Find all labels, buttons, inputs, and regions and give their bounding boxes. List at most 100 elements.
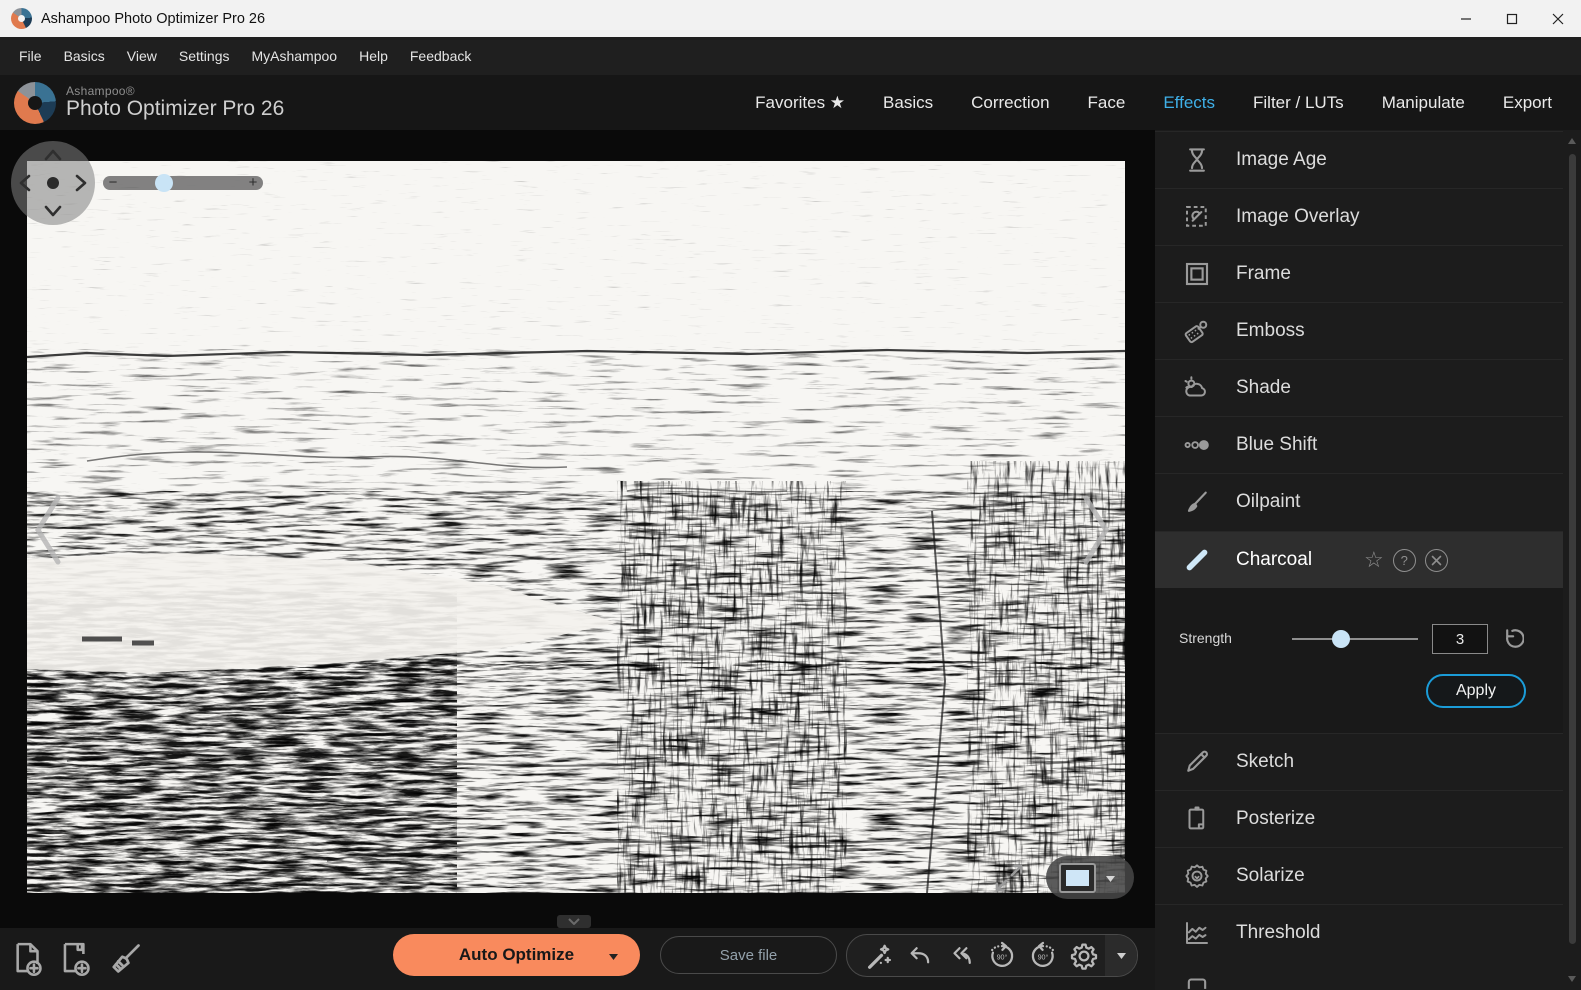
previous-image-button[interactable] bbox=[30, 492, 64, 568]
tool-group: 90° 90° bbox=[846, 934, 1138, 977]
maximize-icon bbox=[1506, 13, 1518, 25]
undo-button[interactable] bbox=[900, 936, 939, 976]
scroll-up-arrow-icon[interactable] bbox=[1568, 138, 1576, 144]
menu-file[interactable]: File bbox=[8, 37, 53, 75]
strength-value-input[interactable]: 3 bbox=[1432, 624, 1488, 654]
rotate-left-button[interactable]: 90° bbox=[982, 936, 1021, 976]
sidebar-item-shade[interactable]: Shade bbox=[1155, 359, 1563, 416]
effects-list-top: Image Age Image Overlay Frame Em bbox=[1155, 131, 1563, 530]
maximize-button[interactable] bbox=[1489, 0, 1535, 37]
scroll-down-arrow-icon[interactable] bbox=[1568, 976, 1576, 982]
brand-logo-icon bbox=[14, 82, 56, 124]
save-file-button[interactable]: Save file bbox=[660, 936, 837, 974]
tab-correction[interactable]: Correction bbox=[952, 75, 1068, 130]
tab-filter-luts[interactable]: Filter / LUTs bbox=[1234, 75, 1363, 130]
apply-button[interactable]: Apply bbox=[1426, 674, 1526, 708]
sidebar-item-solarize[interactable]: Solarize bbox=[1155, 847, 1563, 904]
zoom-slider[interactable]: − + bbox=[103, 176, 263, 190]
auto-optimize-button[interactable]: Auto Optimize bbox=[393, 934, 640, 976]
compare-dropdown-caret-icon[interactable] bbox=[1106, 869, 1115, 887]
compare-view-button[interactable] bbox=[1046, 856, 1134, 899]
effects-sidebar: Image Age Image Overlay Frame Em bbox=[1155, 130, 1581, 990]
partial-effect-row[interactable] bbox=[1155, 961, 1563, 990]
zoom-out-icon[interactable]: − bbox=[105, 176, 121, 190]
rotate-right-button[interactable]: 90° bbox=[1023, 936, 1062, 976]
charcoal-icon bbox=[1179, 542, 1215, 578]
tab-face[interactable]: Face bbox=[1069, 75, 1145, 130]
rotate-right-icon: 90° bbox=[1027, 940, 1059, 972]
pan-center-dot[interactable] bbox=[47, 177, 59, 189]
sidebar-item-emboss[interactable]: Emboss bbox=[1155, 302, 1563, 359]
reset-strength-button[interactable] bbox=[1498, 626, 1524, 652]
selected-effect-label: Charcoal bbox=[1236, 549, 1312, 571]
settings-button[interactable] bbox=[1064, 936, 1103, 976]
pan-up-icon bbox=[46, 151, 60, 159]
menu-myashampoo[interactable]: MyAshampoo bbox=[240, 37, 348, 75]
tab-basics[interactable]: Basics bbox=[864, 75, 952, 130]
collapse-toolbar-tab[interactable] bbox=[557, 915, 591, 928]
tools-dropdown-button[interactable] bbox=[1105, 934, 1137, 977]
sidebar-item-oilpaint[interactable]: Oilpaint bbox=[1155, 473, 1563, 530]
brand-product: Photo Optimizer Pro 26 bbox=[66, 98, 284, 120]
sidebar-item-frame[interactable]: Frame bbox=[1155, 245, 1563, 302]
menu-view[interactable]: View bbox=[116, 37, 168, 75]
emboss-icon bbox=[1179, 313, 1215, 349]
tab-effects[interactable]: Effects bbox=[1144, 75, 1234, 130]
close-button[interactable] bbox=[1535, 0, 1581, 37]
app-window: Ashampoo Photo Optimizer Pro 26 FileBasi… bbox=[0, 0, 1581, 990]
minimize-icon bbox=[1460, 13, 1472, 25]
partial-effect-row-container bbox=[1155, 961, 1563, 990]
undo-all-icon bbox=[946, 941, 976, 971]
deselect-effect-icon[interactable] bbox=[1425, 549, 1448, 572]
sidebar-item-blue-shift[interactable]: Blue Shift bbox=[1155, 416, 1563, 473]
app-logo-icon bbox=[11, 8, 32, 29]
pan-down-icon bbox=[46, 207, 60, 215]
sidebar-item-image-overlay[interactable]: Image Overlay bbox=[1155, 188, 1563, 245]
sidebar-item-image-age[interactable]: Image Age bbox=[1155, 131, 1563, 188]
fullscreen-button[interactable] bbox=[988, 858, 1030, 898]
add-folder-icon bbox=[60, 940, 94, 978]
sidebar-item-posterize[interactable]: Posterize bbox=[1155, 790, 1563, 847]
menu-feedback[interactable]: Feedback bbox=[399, 37, 482, 75]
strength-slider[interactable] bbox=[1292, 638, 1418, 640]
clear-list-button[interactable] bbox=[104, 936, 146, 982]
window-title: Ashampoo Photo Optimizer Pro 26 bbox=[41, 11, 265, 27]
strength-slider-thumb[interactable] bbox=[1332, 630, 1350, 648]
sidebar-item-sketch[interactable]: Sketch bbox=[1155, 733, 1563, 790]
chevron-down-icon bbox=[569, 919, 579, 924]
menubar: FileBasicsViewSettingsMyAshampooHelpFeed… bbox=[0, 37, 1581, 75]
next-image-button[interactable] bbox=[1080, 492, 1114, 568]
add-image-button[interactable] bbox=[8, 936, 50, 982]
chevron-right-icon bbox=[1086, 498, 1106, 562]
tab-favorites[interactable]: Favorites ★ bbox=[736, 75, 864, 130]
svg-text:90°: 90° bbox=[1037, 952, 1048, 961]
pan-left-icon bbox=[21, 176, 29, 190]
sidebar-scrollbar[interactable] bbox=[1568, 136, 1577, 984]
rotate-left-icon: 90° bbox=[986, 940, 1018, 972]
magic-wand-button[interactable] bbox=[859, 936, 898, 976]
menu-basics[interactable]: Basics bbox=[53, 37, 116, 75]
effect-detail-panel: Strength 3 Apply bbox=[1155, 588, 1563, 733]
zoom-in-icon[interactable]: + bbox=[245, 176, 261, 190]
save-file-label: Save file bbox=[720, 947, 778, 964]
minimize-button[interactable] bbox=[1443, 0, 1489, 37]
close-icon bbox=[1552, 13, 1564, 25]
undo-all-button[interactable] bbox=[941, 936, 980, 976]
menu-help[interactable]: Help bbox=[348, 37, 399, 75]
pan-control[interactable] bbox=[11, 141, 95, 225]
add-folder-button[interactable] bbox=[56, 936, 98, 982]
sidebar-item-charcoal[interactable]: Charcoal ☆ ? bbox=[1155, 531, 1563, 588]
scrollbar-thumb[interactable] bbox=[1569, 154, 1576, 944]
pan-right-icon bbox=[77, 176, 85, 190]
zoom-slider-thumb[interactable] bbox=[155, 174, 173, 192]
tab-export[interactable]: Export bbox=[1484, 75, 1571, 130]
favorite-star-icon[interactable]: ☆ bbox=[1364, 549, 1384, 571]
photo-canvas[interactable] bbox=[27, 161, 1125, 893]
tab-manipulate[interactable]: Manipulate bbox=[1363, 75, 1484, 130]
blue-shift-icon bbox=[1179, 427, 1215, 463]
sidebar-item-threshold[interactable]: Threshold bbox=[1155, 904, 1563, 961]
apply-label: Apply bbox=[1456, 682, 1496, 700]
menu-settings[interactable]: Settings bbox=[168, 37, 241, 75]
help-icon[interactable]: ? bbox=[1393, 549, 1416, 572]
auto-optimize-dropdown-icon[interactable] bbox=[609, 945, 618, 965]
